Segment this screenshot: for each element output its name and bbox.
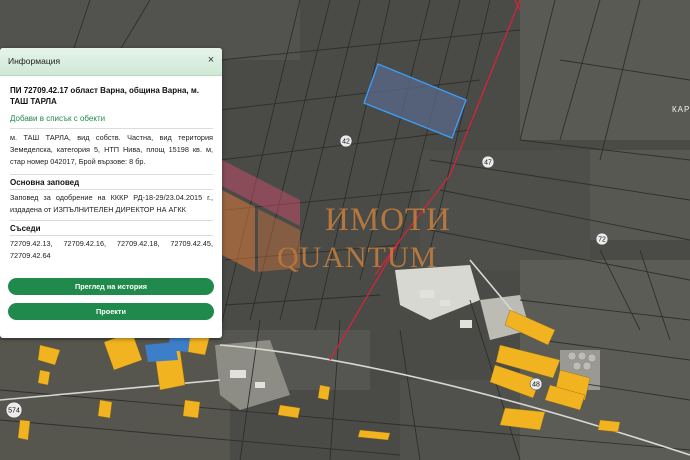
plot-details: м. ТАШ ТАРЛА, вид собств. Частна, вид те… <box>10 133 213 166</box>
divider <box>10 128 213 129</box>
close-icon[interactable]: × <box>204 53 218 67</box>
info-popup: Информация × ПИ 72709.42.17 област Варна… <box>0 48 222 338</box>
divider <box>10 189 213 190</box>
projects-button[interactable]: Проекти <box>8 303 214 320</box>
neighbors-heading: Съседи <box>10 224 41 233</box>
neighbors-list: 72709.42.13, 72709.42.16, 72709.42.18, 7… <box>10 239 213 260</box>
history-button[interactable]: Преглед на история <box>8 278 214 295</box>
plot-title: ПИ 72709.42.17 област Варна, община Варн… <box>10 86 200 106</box>
popup-header: Информация × <box>0 48 222 76</box>
order-heading: Основна заповед <box>10 178 80 187</box>
add-to-list-link[interactable]: Добави в списък с обекти <box>10 114 105 123</box>
block-label-574: 574 <box>8 408 20 415</box>
block-label-72: 72 <box>598 237 606 244</box>
watermark-line2: QUANTUM <box>277 241 437 274</box>
order-text: Заповед за одобрение на КККР РД-18-29/23… <box>10 193 213 214</box>
block-label-48: 48 <box>532 382 540 389</box>
divider <box>10 220 213 221</box>
block-label-47: 47 <box>484 160 492 167</box>
locality-label-kar: КАР <box>672 105 690 114</box>
watermark-line1: ИМОТИ <box>325 202 451 238</box>
divider <box>10 235 213 236</box>
popup-title: Информация <box>8 56 61 66</box>
divider <box>10 174 213 175</box>
block-label-42: 42 <box>342 139 350 146</box>
